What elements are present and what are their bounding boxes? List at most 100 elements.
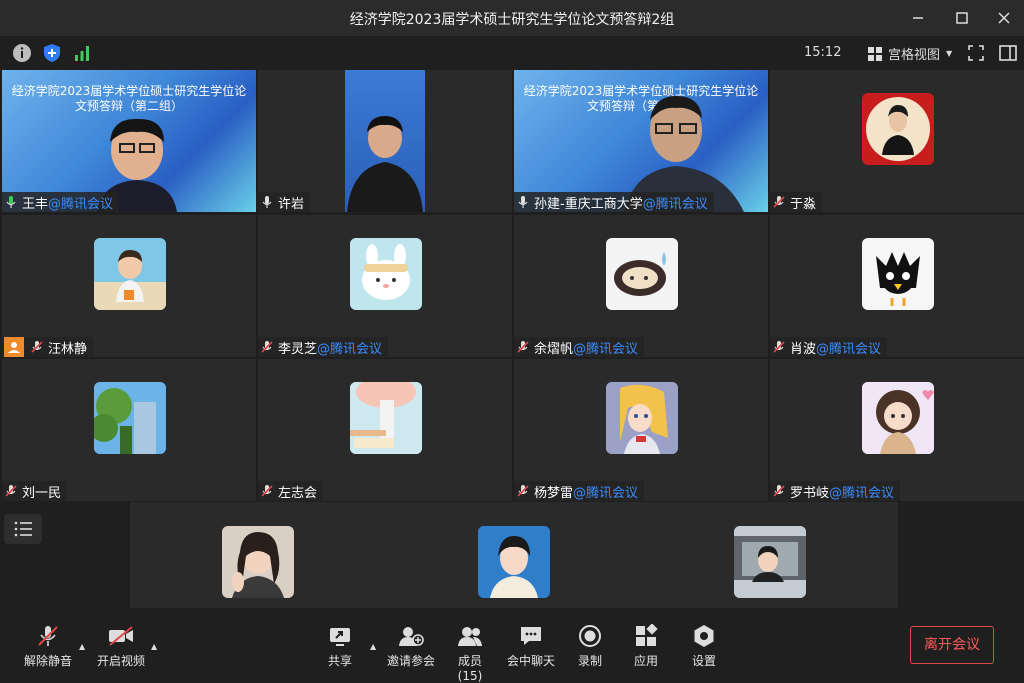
- sidebar-toggle-icon[interactable]: [998, 43, 1018, 63]
- participant-name: 杨梦雷: [534, 485, 574, 501]
- participant-name: 李灵芝: [278, 341, 318, 357]
- participant-suffix: @腾讯会议: [573, 341, 639, 357]
- video-tile[interactable]: [642, 502, 897, 608]
- participant-avatar: [350, 382, 422, 454]
- participant-video-image: [345, 70, 425, 212]
- microphone-muted-icon: [261, 485, 273, 497]
- members-icon: [458, 627, 482, 646]
- participant-avatar: [606, 238, 678, 310]
- maximize-icon[interactable]: [952, 8, 972, 28]
- signal-icon[interactable]: [72, 43, 92, 63]
- video-tile[interactable]: 李灵芝 @腾讯会议: [258, 215, 512, 357]
- chat-icon: [521, 627, 541, 645]
- participant-avatar: [350, 238, 422, 310]
- settings-button[interactable]: 设置: [690, 624, 718, 669]
- close-icon[interactable]: [994, 8, 1014, 28]
- participant-name: 于淼: [790, 196, 817, 212]
- info-icon[interactable]: [12, 43, 32, 63]
- participant-name: 肖波: [790, 341, 817, 357]
- window-title: 经济学院2023届学术硕士研究生学位论文预答辩2组: [349, 12, 675, 28]
- shared-slide-video: 经济学院2023届学术学位硕士研究生学位论文预答辩（第二组）: [2, 70, 256, 212]
- microphone-on-icon: [262, 196, 272, 208]
- video-tile[interactable]: 罗书岐 @腾讯会议: [770, 359, 1024, 501]
- participant-suffix: @腾讯会议: [48, 196, 114, 212]
- share-button[interactable]: 共享: [326, 624, 354, 669]
- participant-label: 于淼: [770, 192, 823, 212]
- participant-name: 许岩: [278, 196, 305, 212]
- video-tile[interactable]: 经济学院2023届学术学位硕士研究生学位论文预答辩（第二组） 王丰 @腾讯会议: [2, 70, 256, 212]
- chat-label: 会中聊天: [506, 654, 555, 668]
- unmute-button[interactable]: 解除静音: [24, 624, 72, 669]
- user-icon: [4, 337, 24, 357]
- fullscreen-icon[interactable]: [966, 43, 986, 63]
- record-icon: [579, 625, 601, 647]
- microphone-muted-icon: [773, 196, 785, 208]
- participant-suffix: @腾讯会议: [317, 341, 383, 357]
- participant-avatar: [862, 93, 934, 165]
- participant-suffix: @腾讯会议: [829, 485, 895, 501]
- participant-avatar: [478, 526, 550, 598]
- participant-name: 余熠帆: [534, 341, 574, 357]
- video-tile[interactable]: 肖波 @腾讯会议: [770, 215, 1024, 357]
- invite-label: 邀请参会: [386, 654, 435, 668]
- participant-list-toggle[interactable]: [4, 514, 42, 544]
- unmute-label: 解除静音: [24, 654, 73, 668]
- share-screen-icon: [330, 628, 350, 646]
- video-tile[interactable]: [130, 502, 385, 608]
- participant-suffix: @腾讯会议: [816, 341, 882, 357]
- members-button[interactable]: 成员(15): [446, 624, 494, 683]
- participant-name: 左志会: [278, 485, 318, 501]
- share-options-caret-icon[interactable]: ▲: [370, 642, 376, 651]
- microphone-muted-icon: [38, 626, 58, 646]
- video-tile[interactable]: 左志会: [258, 359, 512, 501]
- bottom-toolbar: 解除静音 ▲ 开启视频 ▲ 共享 ▲ 邀请参会 成员(15) 会中聊天 录制 应…: [0, 612, 1024, 683]
- record-button[interactable]: 录制: [576, 624, 604, 669]
- video-tile[interactable]: [386, 502, 641, 608]
- meeting-clock: 15:12: [804, 45, 842, 60]
- invite-button[interactable]: 邀请参会: [386, 624, 436, 669]
- audio-options-caret-icon[interactable]: ▲: [79, 642, 85, 651]
- add-user-icon: [399, 627, 424, 646]
- participant-avatar: [94, 238, 166, 310]
- start-video-button[interactable]: 开启视频: [96, 624, 146, 669]
- list-icon: [14, 521, 32, 537]
- video-tile[interactable]: 余熠帆 @腾讯会议: [514, 215, 768, 357]
- microphone-muted-icon: [5, 485, 17, 497]
- video-tile[interactable]: 刘一民: [2, 359, 256, 501]
- participant-label: 王丰 @腾讯会议: [2, 192, 120, 212]
- video-tile[interactable]: 汪林静: [2, 215, 256, 357]
- participant-label: 余熠帆 @腾讯会议: [514, 337, 645, 357]
- video-tile[interactable]: 经济学院2023届学术学位硕士研究生学位论文预答辩（第二组） 孙建-重庆工商大学…: [514, 70, 768, 212]
- video-grid-extra-row: [130, 502, 898, 608]
- view-mode-label: 宫格视图: [888, 48, 941, 63]
- microphone-on-icon: [6, 196, 16, 208]
- video-tile[interactable]: 杨梦雷 @腾讯会议: [514, 359, 768, 501]
- video-grid: 经济学院2023届学术学位硕士研究生学位论文预答辩（第二组） 王丰@腾讯会议: [0, 70, 1024, 502]
- gear-icon: [694, 625, 714, 647]
- view-mode-button[interactable]: 宫格视图 ▼: [868, 44, 952, 63]
- record-label: 录制: [577, 654, 602, 668]
- leave-meeting-button[interactable]: 离开会议: [910, 626, 994, 664]
- chat-button[interactable]: 会中聊天: [506, 624, 556, 669]
- participant-label: 许岩: [258, 192, 311, 212]
- share-label: 共享: [327, 654, 352, 668]
- video-off-icon: [109, 626, 133, 646]
- minimize-icon[interactable]: [908, 8, 928, 28]
- video-tile[interactable]: 许岩: [258, 70, 512, 212]
- title-bar: 经济学院2023届学术硕士研究生学位论文预答辩2组: [0, 0, 1024, 36]
- start-video-label: 开启视频: [96, 654, 145, 668]
- security-shield-icon[interactable]: [42, 43, 62, 63]
- participant-avatar: [862, 382, 934, 454]
- apps-button[interactable]: 应用: [632, 624, 660, 669]
- participant-avatar: [862, 238, 934, 310]
- participant-label: 罗书岐 @腾讯会议: [770, 481, 901, 501]
- video-tile[interactable]: 于淼: [770, 70, 1024, 212]
- microphone-muted-icon: [31, 341, 43, 353]
- microphone-on-icon: [518, 196, 528, 208]
- participant-label: 左志会: [258, 481, 324, 501]
- apps-label: 应用: [633, 654, 658, 668]
- microphone-muted-icon: [773, 485, 785, 497]
- video-options-caret-icon[interactable]: ▲: [151, 642, 157, 651]
- participant-suffix: @腾讯会议: [642, 196, 708, 212]
- chevron-down-icon: ▼: [946, 49, 953, 58]
